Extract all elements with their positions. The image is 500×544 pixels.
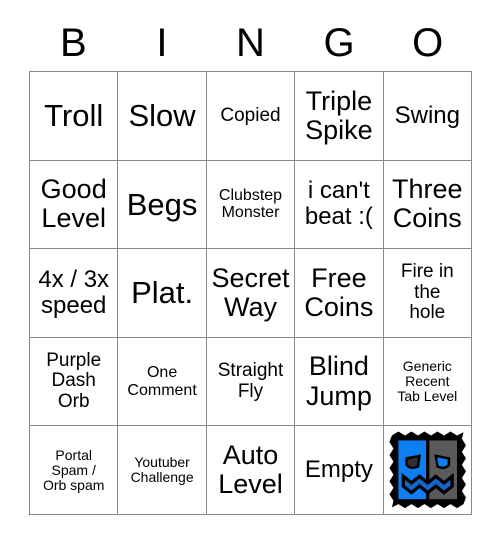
bingo-cell-n4[interactable]: Straight Fly (206, 337, 296, 427)
bingo-cell-label: Auto Level (218, 440, 283, 500)
bingo-header-letter-n: N (236, 20, 265, 65)
bingo-header-letter-o: O (412, 20, 444, 65)
bingo-cell-o5[interactable] (383, 426, 472, 515)
geometry-dash-cube-icon (389, 431, 466, 509)
bingo-cell-i3[interactable]: Plat. (118, 249, 207, 338)
bingo-cell-label: Clubstep Monster (218, 187, 283, 222)
bingo-cell-b2[interactable]: Good Level (30, 160, 119, 250)
bingo-header-letter-g: G (323, 20, 355, 65)
bingo-cell-label: Free Coins (304, 262, 374, 322)
bingo-cell-label: Portal Spam / Orb spam (42, 446, 105, 493)
bingo-cell-label: Youtuber Challenge (130, 454, 194, 486)
bingo-header-row: B I N G O (29, 14, 472, 71)
bingo-cell-label: Three Coins (392, 174, 463, 234)
bingo-cell-n2[interactable]: Clubstep Monster (206, 160, 296, 250)
bingo-cell-b1[interactable]: Troll (30, 72, 119, 161)
bingo-cell-label: 4x / 3x speed (38, 266, 110, 319)
bingo-cell-n1[interactable]: Copied (206, 72, 296, 161)
bingo-cell-label: Empty (304, 456, 373, 484)
bingo-cell-label: i can't beat :( (304, 177, 373, 231)
bingo-cell-label: Plat. (131, 275, 194, 311)
bingo-cell-label: Straight Fly (217, 360, 284, 402)
bingo-cell-label: Blind Jump (305, 351, 372, 411)
bingo-cell-i5[interactable]: Youtuber Challenge (118, 426, 207, 515)
bingo-cell-label: Troll (44, 98, 104, 134)
bingo-cell-g5[interactable]: Empty (295, 426, 384, 515)
bingo-header-letter-b: B (59, 20, 87, 65)
bingo-cell-o2[interactable]: Three Coins (383, 160, 472, 250)
bingo-header-letter-i: I (156, 20, 168, 65)
bingo-cell-label: Secret Way (211, 262, 290, 322)
bingo-cell-label: Triple Spike (305, 85, 373, 145)
bingo-cell-label: Begs (126, 186, 198, 222)
bingo-grid: Troll Slow Copied Triple Spike Swing Goo… (29, 71, 472, 515)
bingo-cell-n3[interactable]: Secret Way (206, 249, 296, 338)
bingo-cell-label: Slow (128, 98, 196, 134)
bingo-cell-g4[interactable]: Blind Jump (295, 337, 384, 427)
bingo-cell-label: Swing (394, 101, 460, 129)
bingo-cell-label: Purple Dash Orb (46, 349, 102, 412)
bingo-cell-b5[interactable]: Portal Spam / Orb spam (30, 426, 119, 515)
bingo-cell-o4[interactable]: Generic Recent Tab Level (383, 337, 472, 427)
bingo-cell-g3[interactable]: Free Coins (295, 249, 384, 338)
bingo-cell-label: Generic Recent Tab Level (397, 357, 458, 405)
bingo-cell-o3[interactable]: Fire in the hole (383, 249, 472, 338)
bingo-cell-i4[interactable]: One Comment (118, 337, 207, 427)
bingo-cell-i2[interactable]: Begs (118, 160, 207, 250)
bingo-cell-g1[interactable]: Triple Spike (295, 72, 384, 161)
bingo-cell-g2[interactable]: i can't beat :( (295, 160, 384, 250)
bingo-cell-b4[interactable]: Purple Dash Orb (30, 337, 119, 427)
bingo-cell-label: Good Level (40, 174, 107, 234)
bingo-cell-i1[interactable]: Slow (118, 72, 207, 161)
bingo-cell-label: Fire in the hole (400, 261, 454, 324)
bingo-cell-n5[interactable]: Auto Level (206, 426, 296, 515)
bingo-cell-b3[interactable]: 4x / 3x speed (30, 249, 119, 338)
bingo-card: B I N G O Troll Slow Copied Triple Spike… (29, 14, 472, 515)
bingo-cell-label: Copied (220, 104, 281, 126)
bingo-cell-o1[interactable]: Swing (383, 72, 472, 161)
bingo-cell-label: One Comment (127, 364, 197, 399)
